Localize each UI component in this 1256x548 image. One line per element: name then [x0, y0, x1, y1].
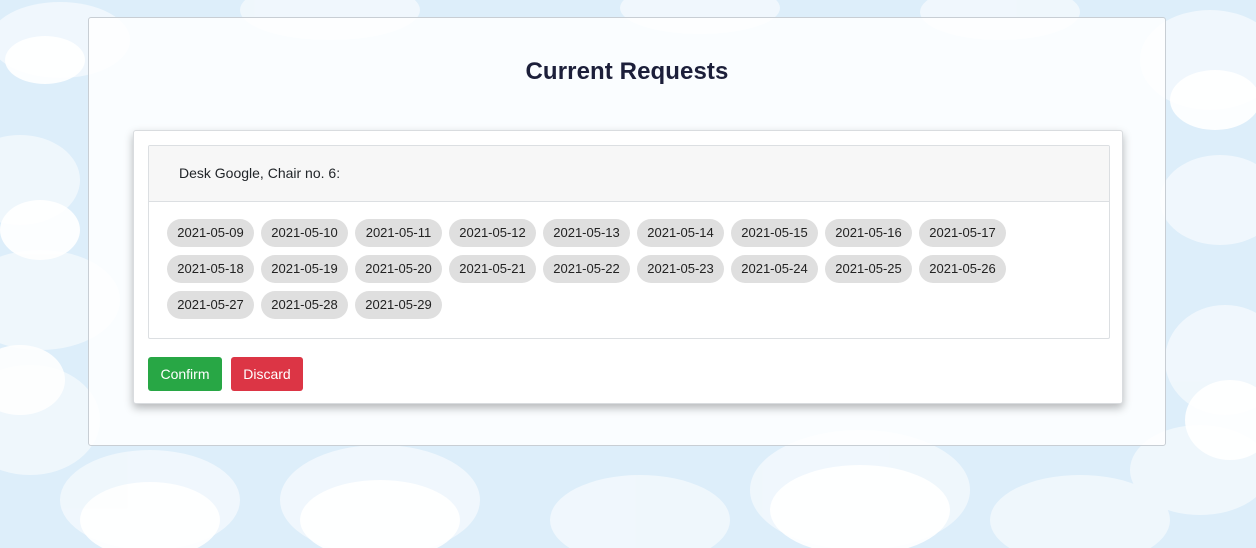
- date-chip[interactable]: 2021-05-12: [449, 219, 536, 247]
- request-header: Desk Google, Chair no. 6:: [149, 146, 1109, 202]
- date-chip[interactable]: 2021-05-25: [825, 255, 912, 283]
- date-chip[interactable]: 2021-05-09: [167, 219, 254, 247]
- date-chip[interactable]: 2021-05-24: [731, 255, 818, 283]
- date-chip[interactable]: 2021-05-10: [261, 219, 348, 247]
- date-chip[interactable]: 2021-05-20: [355, 255, 442, 283]
- request-label: Desk Google, Chair no. 6:: [179, 165, 341, 181]
- request-details: Desk Google, Chair no. 6: 2021-05-09 2021…: [148, 145, 1110, 339]
- date-chip[interactable]: 2021-05-14: [637, 219, 724, 247]
- date-chip[interactable]: 2021-05-29: [355, 291, 442, 319]
- date-chip[interactable]: 2021-05-16: [825, 219, 912, 247]
- date-chip[interactable]: 2021-05-15: [731, 219, 818, 247]
- request-actions: Confirm Discard: [148, 357, 303, 391]
- date-chip[interactable]: 2021-05-17: [919, 219, 1006, 247]
- date-chip[interactable]: 2021-05-19: [261, 255, 348, 283]
- date-chip[interactable]: 2021-05-13: [543, 219, 630, 247]
- requests-panel: Current Requests Desk Google, Chair no. …: [88, 17, 1166, 446]
- date-chip[interactable]: 2021-05-18: [167, 255, 254, 283]
- date-chip[interactable]: 2021-05-28: [261, 291, 348, 319]
- date-chip[interactable]: 2021-05-22: [543, 255, 630, 283]
- date-chip[interactable]: 2021-05-26: [919, 255, 1006, 283]
- discard-button[interactable]: Discard: [231, 357, 303, 391]
- requested-dates-list: 2021-05-09 2021-05-10 2021-05-11 2021-05-12…: [167, 219, 1027, 319]
- page-title: Current Requests: [525, 58, 729, 85]
- confirm-button[interactable]: Confirm: [148, 357, 222, 391]
- date-chip[interactable]: 2021-05-23: [637, 255, 724, 283]
- date-chip[interactable]: 2021-05-11: [355, 219, 442, 247]
- date-chip[interactable]: 2021-05-27: [167, 291, 254, 319]
- date-chip[interactable]: 2021-05-21: [449, 255, 536, 283]
- request-card: Desk Google, Chair no. 6: 2021-05-09 2021…: [133, 130, 1123, 404]
